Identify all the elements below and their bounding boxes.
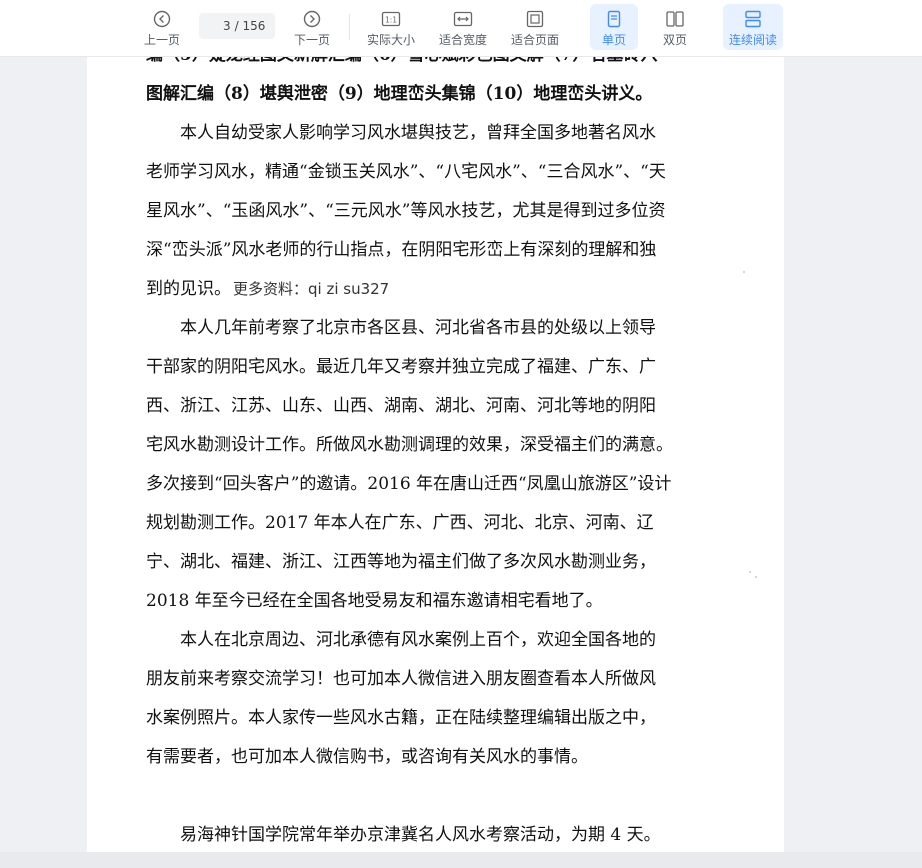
bottom-scroll-area [0, 852, 922, 868]
text-line: 宅风水勘测设计工作。所做风水勘测调理的效果，深受福主们的满意。 [146, 435, 673, 455]
fit-width-button[interactable]: 适合宽度 [436, 4, 490, 50]
scan-speck [743, 271, 745, 273]
actual-size-icon: 1:1 [381, 11, 401, 27]
arrow-left-circle-icon [153, 10, 171, 28]
text-line: 水案例照片。本人家传一些风水古籍，正在陆续整理编辑出版之中， [146, 708, 656, 728]
text-line: 本人几年前考察了北京市各区县、河北省各市县的处级以上领导 [180, 318, 656, 338]
text-line: 有需要者，也可加本人微信购书，或咨询有关风水的事情。 [146, 747, 588, 767]
actual-size-label: 实际大小 [366, 33, 415, 47]
continuous-read-button[interactable]: 连续阅读 [723, 4, 783, 50]
scan-speck [755, 576, 757, 578]
inline-note: 更多资料：qi zi su327 [233, 280, 390, 298]
next-page-label: 下一页 [293, 33, 330, 47]
actual-size-button[interactable]: 1:1 实际大小 [364, 4, 418, 50]
toolbar-divider [349, 14, 350, 40]
double-page-button[interactable]: 双页 [652, 4, 698, 50]
document-body: 编（5）疑龙经图文新解汇编（6）雪心赋彩色图文解（7）名墓砖穴 图解汇编（8）堪… [146, 36, 686, 855]
text-line: 深“峦头派”风水老师的行山指点，在阴阳宅形峦上有深刻的理解和独 [146, 240, 657, 260]
text-line: 图解汇编（8）堪舆泄密（9）地理峦头集锦（10）地理峦头讲义。 [146, 84, 653, 104]
fit-page-button[interactable]: 适合页面 [508, 4, 562, 50]
text-line: 西、浙江、江苏、山东、山西、湖南、湖北、河南、河北等地的阴阳 [146, 396, 656, 416]
text-line: 宁、湖北、福建、浙江、江西等地为福主们做了多次风水勘测业务， [146, 552, 656, 572]
page-total: / 156 [234, 19, 266, 33]
continuous-read-label: 连续阅读 [728, 33, 777, 47]
scan-speck [749, 571, 751, 573]
text-line: 2018 年至今已经在全国各地受易友和福东邀请相宅看地了。 [146, 591, 603, 611]
page-number-input[interactable] [208, 19, 231, 33]
next-page-button[interactable]: 下一页 [289, 4, 335, 50]
fit-width-icon [453, 11, 473, 27]
double-page-label: 双页 [662, 33, 687, 47]
prev-page-label: 上一页 [143, 33, 180, 47]
page-indicator: / 156 [199, 13, 275, 39]
fit-page-icon [526, 10, 544, 28]
single-page-button[interactable]: 单页 [590, 4, 638, 50]
fit-page-label: 适合页面 [510, 33, 559, 47]
document-page: 编（5）疑龙经图文新解汇编（6）雪心赋彩色图文解（7）名墓砖穴 图解汇编（8）堪… [87, 45, 784, 852]
text-line: 朋友前来考察交流学习！也可加本人微信进入朋友圈查看本人所做风 [146, 669, 656, 689]
reader-toolbar: 上一页 / 156 下一页 1:1 实际大小 适合宽度 适合页面 单页 双页 连… [0, 0, 922, 57]
prev-page-button[interactable]: 上一页 [139, 4, 185, 50]
single-page-label: 单页 [601, 33, 626, 47]
text-line: 干部家的阴阳宅风水。最近几年又考察并独立完成了福建、广东、广 [146, 357, 656, 377]
text-line: 星风水”、“玉函风水”、“三元风水”等风水技艺，尤其是得到过多位资 [146, 201, 666, 221]
text-line: 多次接到“回头客户”的邀请。2016 年在唐山迁西“凤凰山旅游区”设计 [146, 474, 672, 494]
single-page-icon [607, 10, 621, 28]
fit-width-label: 适合宽度 [438, 33, 487, 47]
text-line: 规划勘测工作。2017 年本人在广东、广西、河北、北京、河南、辽 [146, 513, 654, 533]
continuous-read-icon [745, 10, 761, 28]
double-page-icon [666, 11, 684, 27]
svg-text:1:1: 1:1 [385, 16, 397, 25]
arrow-right-circle-icon [303, 10, 321, 28]
text-line: 本人自幼受家人影响学习风水堪舆技艺，曾拜全国多地著名风水 [180, 123, 656, 143]
text-line: 本人在北京周边、河北承德有风水案例上百个，欢迎全国各地的 [180, 630, 656, 650]
text-line: 老师学习风水，精通“金锁玉关风水”、“八宅风水”、“三合风水”、“天 [146, 162, 666, 182]
text-line: 易海神针国学院常年举办京津冀名人风水考察活动，为期 4 天。 [180, 825, 661, 845]
text-line-with-note: 到的见识。 更多资料：qi zi su327 [146, 270, 686, 309]
text-line: 到的见识。 [146, 279, 231, 299]
